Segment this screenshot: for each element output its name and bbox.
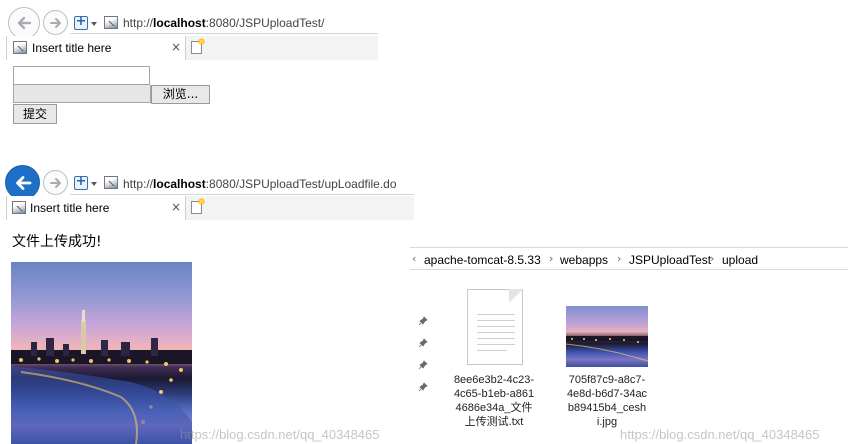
breadcrumb-separator-icon[interactable]: › [549, 252, 553, 265]
address-bar-url[interactable]: http://localhost:8080/JSPUploadTest/upLo… [123, 177, 397, 191]
text-line [477, 344, 515, 345]
tab-title: Insert title here [32, 41, 112, 55]
tab-close-icon[interactable]: × [171, 200, 181, 214]
site-dropdown-caret-icon[interactable] [91, 182, 97, 186]
text-line [477, 332, 515, 333]
url-path: :8080/JSPUploadTest/ [205, 16, 325, 30]
pin-icon[interactable] [418, 338, 428, 351]
browser-tab[interactable]: Insert title here × [6, 196, 186, 220]
upload-success-message: 文件上传成功! [12, 234, 102, 250]
url-host: localhost [153, 177, 206, 191]
back-arrow-icon [17, 16, 32, 30]
back-button[interactable] [8, 7, 40, 39]
forward-button[interactable] [43, 10, 68, 35]
address-bar-border [70, 194, 414, 195]
forward-arrow-icon [49, 17, 61, 28]
pin-icon[interactable] [418, 382, 428, 395]
city-night-scene [11, 310, 192, 444]
tab-title: Insert title here [30, 201, 110, 215]
browse-button[interactable]: 浏览... [151, 85, 210, 104]
breadcrumb-webapps[interactable]: webapps [560, 253, 608, 267]
thumbnail-scene [566, 336, 648, 362]
address-bar-url[interactable]: http://localhost:8080/JSPUploadTest/ [123, 16, 324, 30]
tab-favicon-icon [13, 41, 27, 54]
breadcrumb-separator-icon[interactable]: › [710, 252, 714, 265]
forward-arrow-icon [49, 177, 61, 188]
breadcrumb-apache-tomcat[interactable]: apache-tomcat-8.5.33 [424, 253, 541, 267]
file-path-input[interactable] [13, 66, 150, 85]
image-thumbnail [566, 306, 648, 367]
text-line [477, 326, 515, 327]
explorer-address-bar[interactable]: ‹ apache-tomcat-8.5.33 › webapps › JSPUp… [410, 247, 848, 270]
breadcrumb-upload[interactable]: upload [722, 253, 758, 267]
tab-close-icon[interactable]: × [171, 40, 181, 54]
back-arrow-icon [15, 175, 31, 190]
url-host: localhost [153, 16, 206, 30]
text-line [477, 338, 515, 339]
watermark-text: https://blog.csdn.net/qq_40348465 [620, 427, 820, 442]
file-name-label: 8ee6e3b2-4c23-4c65-b1eb-a8614686e34a_文件上… [453, 374, 535, 428]
text-line [477, 320, 515, 321]
new-tab-icon[interactable] [191, 38, 205, 54]
breadcrumb-separator-icon[interactable]: › [617, 252, 621, 265]
page-favicon-icon [104, 176, 118, 189]
back-button[interactable] [5, 165, 40, 200]
site-identity-icon[interactable] [74, 14, 88, 30]
text-line [477, 350, 507, 351]
file-input-strip [13, 85, 151, 103]
text-line [477, 314, 515, 315]
site-dropdown-caret-icon[interactable] [91, 22, 97, 26]
pin-icon[interactable] [418, 316, 428, 329]
site-identity-icon[interactable] [74, 174, 88, 190]
text-file-icon [467, 289, 523, 365]
forward-button[interactable] [43, 170, 68, 195]
tab-favicon-icon [12, 201, 26, 214]
browser-tab[interactable]: Insert title here × [6, 36, 186, 60]
uploaded-photo [11, 262, 192, 444]
file-name-label: 705f87c9-a8c7-4e8d-b6d7-34acb89415b4_ces… [566, 374, 648, 428]
breadcrumb-back-chevron-icon[interactable]: ‹ [412, 252, 416, 265]
pin-icon[interactable] [418, 360, 428, 373]
page-fold [509, 289, 523, 303]
page-favicon-icon [104, 16, 118, 29]
watermark-text: https://blog.csdn.net/qq_40348465 [180, 427, 380, 442]
new-tab-icon[interactable] [191, 198, 205, 214]
url-path: :8080/JSPUploadTest/upLoadfile.do [205, 177, 397, 191]
submit-button[interactable]: 提交 [13, 104, 57, 124]
url-prefix: http:// [123, 16, 154, 30]
address-bar-border [70, 33, 378, 34]
url-prefix: http:// [123, 177, 154, 191]
breadcrumb-jspuploadtest[interactable]: JSPUploadTest [629, 253, 711, 267]
